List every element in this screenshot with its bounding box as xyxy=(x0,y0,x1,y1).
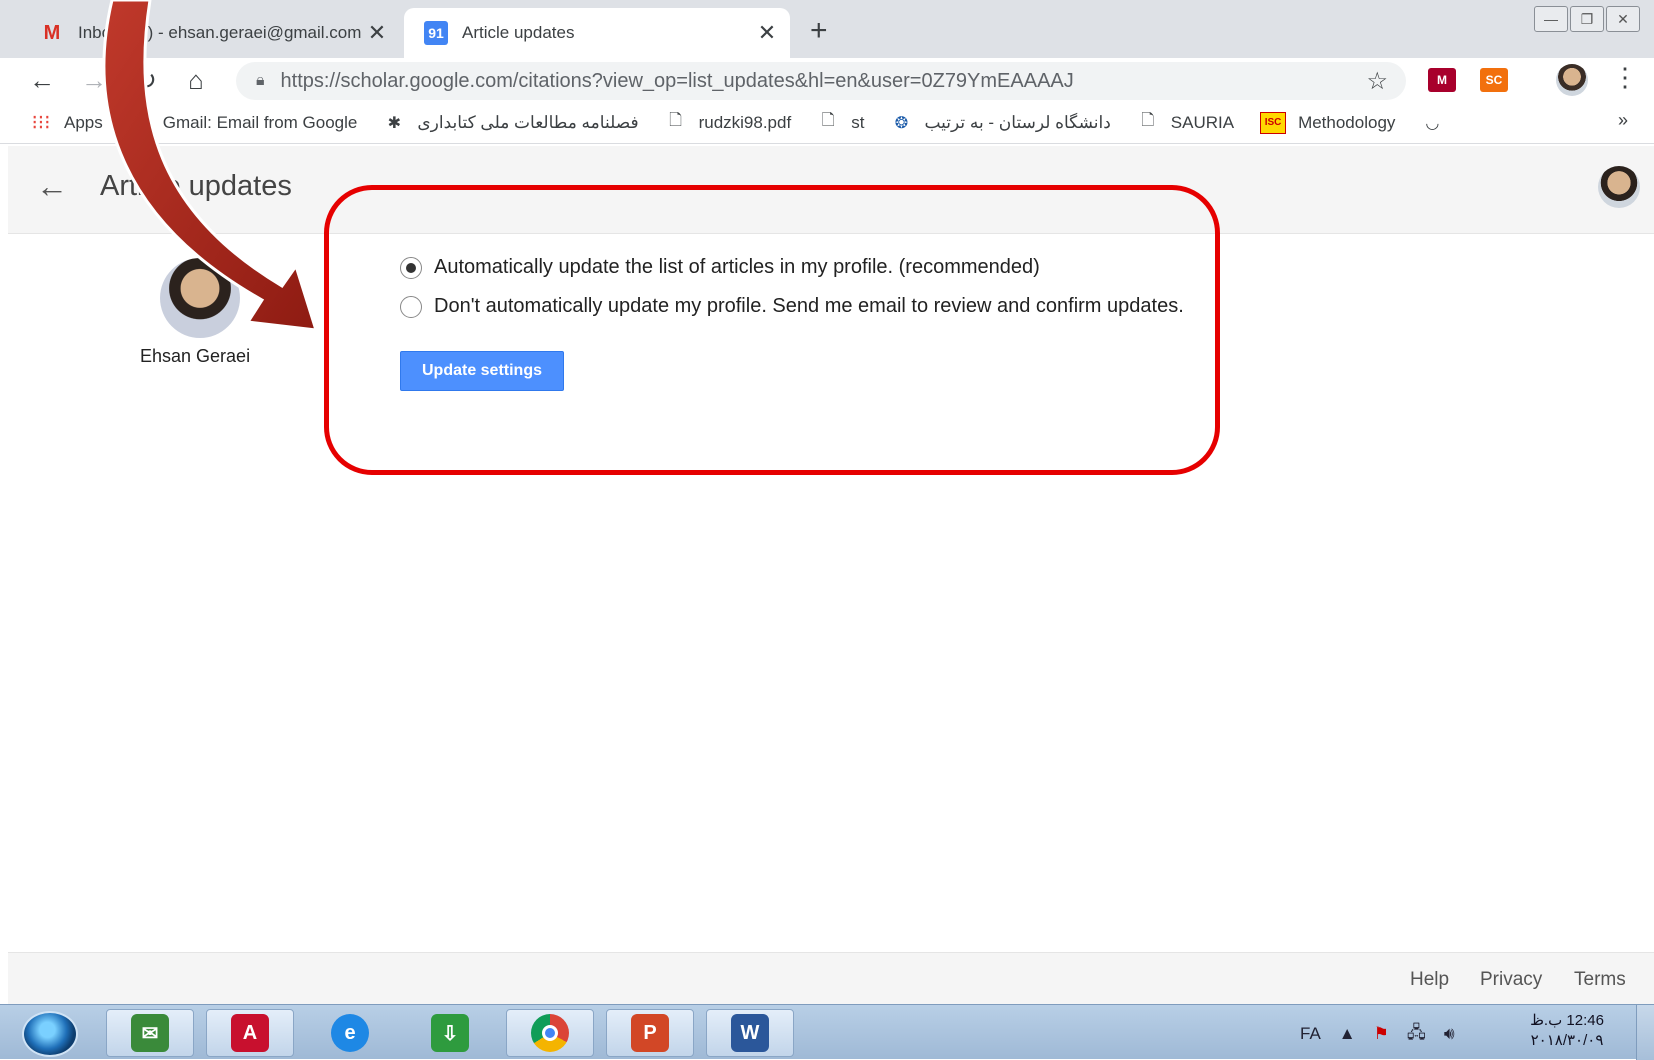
volume-icon[interactable]: 🔊︎ xyxy=(1444,1024,1455,1044)
bookmark-label: rudzki98.pdf xyxy=(698,112,792,132)
bookmark-misc[interactable]: ◡ xyxy=(1421,112,1455,134)
page-footer: Help Privacy Terms xyxy=(8,952,1654,1004)
lock-icon: 🔒︎ xyxy=(256,72,265,89)
bookmark-label: SAURIA xyxy=(1170,112,1235,132)
google-icon: G xyxy=(132,111,148,133)
system-tray: FA ▲ ⚑ 🖧︎ 🔊︎ xyxy=(1300,1015,1455,1053)
home-icon[interactable]: ⌂ xyxy=(178,62,214,98)
browser-tab-strip: M Inbox (11) - ehsan.geraei@gmail.com ✕ … xyxy=(0,0,1654,58)
more-bookmarks-icon[interactable]: » xyxy=(1618,110,1628,131)
bookmark-label: Methodology xyxy=(1298,112,1396,132)
taskbar-clock[interactable]: 12:46 ب.ظ ۲۰۱۸/۳۰/۰۹ xyxy=(1512,1011,1622,1051)
account-avatar[interactable] xyxy=(1598,166,1640,208)
chrome-app-icon xyxy=(531,1014,569,1052)
clock-date: ۲۰۱۸/۳۰/۰۹ xyxy=(1530,1032,1604,1049)
footer-privacy-link[interactable]: Privacy xyxy=(1480,969,1542,991)
bookmark-methodology[interactable]: ISC Methodology xyxy=(1260,111,1396,134)
apps-grid-icon: ⁝⁝⁝ xyxy=(31,112,51,134)
back-icon[interactable]: ← xyxy=(24,62,60,98)
bookmark-star-icon[interactable]: ☆ xyxy=(1366,67,1388,96)
start-button[interactable] xyxy=(22,1011,78,1057)
close-window-button[interactable]: ✕ xyxy=(1606,6,1640,32)
tab-gmail[interactable]: M Inbox (11) - ehsan.geraei@gmail.com ✕ xyxy=(30,8,400,58)
word-app-icon: W xyxy=(731,1014,769,1052)
bookmark-label: Gmail: Email from Google xyxy=(162,112,358,132)
acrobat-app-icon: A xyxy=(231,1014,269,1052)
window-controls: — ❐ ✕ xyxy=(1534,6,1640,32)
ie-app-button[interactable]: e xyxy=(306,1009,394,1057)
download-manager-icon: ⇩ xyxy=(431,1014,469,1052)
bookmark-label: فصلنامه مطالعات ملی کتابداری xyxy=(417,112,639,132)
reload-icon[interactable]: ↻ xyxy=(128,62,164,98)
scholar-icon: 91 xyxy=(424,21,448,45)
powerpoint-app-icon: P xyxy=(631,1014,669,1052)
network-icon[interactable]: 🖧︎ xyxy=(1407,1020,1426,1049)
profile-name[interactable]: Ehsan Geraei xyxy=(140,346,250,367)
bookmark-rudzki[interactable]: 🗋︎ rudzki98.pdf xyxy=(665,112,792,134)
isc-icon: ISC xyxy=(1260,111,1287,134)
bookmark-lorestan[interactable]: ❂ دانشگاه لرستان - به ترتیب xyxy=(890,112,1111,134)
download-manager-button[interactable]: ⇩ xyxy=(406,1009,494,1057)
gmail-icon: M xyxy=(43,21,61,44)
annotation-highlight-box xyxy=(324,185,1220,475)
chrome-app-button[interactable] xyxy=(506,1009,594,1057)
show-hidden-icons-icon[interactable]: ▲ xyxy=(1339,1024,1356,1044)
page-title: Article updates xyxy=(100,170,292,202)
page-icon: 🗋︎ xyxy=(821,112,835,129)
footer-terms-link[interactable]: Terms xyxy=(1574,969,1626,991)
university-logo-icon: ❂ xyxy=(894,114,909,132)
swoosh-logo-icon: ◡ xyxy=(1425,114,1440,132)
back-arrow-icon[interactable]: ← xyxy=(36,168,68,205)
journal-logo-icon: ✱ xyxy=(387,114,402,132)
clock-time: 12:46 ب.ظ xyxy=(1530,1012,1604,1029)
close-tab-icon[interactable]: ✕ xyxy=(752,20,782,46)
bookmark-st[interactable]: 🗋︎ st xyxy=(817,112,865,134)
action-center-flag-icon[interactable]: ⚑ xyxy=(1374,1024,1389,1044)
page-icon: 🗋︎ xyxy=(1141,112,1155,129)
close-tab-icon[interactable]: ✕ xyxy=(362,20,392,46)
windows-taskbar: ✉ A e ⇩ P W FA ▲ ⚑ 🖧︎ 🔊︎ 12:46 ب.ظ ۲۰۱۸/… xyxy=(0,1004,1654,1060)
mail-app-button[interactable]: ✉ xyxy=(106,1009,194,1057)
mail-app-icon: ✉ xyxy=(131,1014,169,1052)
show-desktop-button[interactable] xyxy=(1636,1005,1654,1060)
bookmark-label: st xyxy=(851,112,865,132)
chrome-profile-avatar[interactable] xyxy=(1556,64,1588,96)
acrobat-app-button[interactable]: A xyxy=(206,1009,294,1057)
powerpoint-app-button[interactable]: P xyxy=(606,1009,694,1057)
word-app-button[interactable]: W xyxy=(706,1009,794,1057)
forward-icon[interactable]: → xyxy=(76,62,112,98)
sc-extension-icon[interactable]: SC xyxy=(1480,68,1508,92)
bookmark-journal[interactable]: ✱ فصلنامه مطالعات ملی کتابداری xyxy=(383,112,639,134)
chrome-menu-icon[interactable]: ⋮ xyxy=(1612,62,1638,93)
language-indicator[interactable]: FA xyxy=(1300,1024,1321,1044)
minimize-button[interactable]: — xyxy=(1534,6,1568,32)
browser-toolbar: ← → ↻ ⌂ 🔒︎ https://scholar.google.com/ci… xyxy=(0,58,1654,102)
new-tab-button[interactable]: + xyxy=(810,14,828,48)
ie-app-icon: e xyxy=(331,1014,369,1052)
bookmarks-bar: ⁝⁝⁝ Apps G Gmail: Email from Google ✱ فص… xyxy=(0,102,1654,144)
bookmark-apps[interactable]: ⁝⁝⁝ Apps xyxy=(30,112,103,134)
bookmark-label: دانشگاه لرستان - به ترتیب xyxy=(924,112,1111,132)
profile-photo[interactable] xyxy=(160,258,240,338)
mendeley-icon[interactable]: M xyxy=(1428,68,1456,92)
tab-article-updates[interactable]: 91 Article updates ✕ xyxy=(404,8,790,58)
restore-button[interactable]: ❐ xyxy=(1570,6,1604,32)
bookmark-label: Apps xyxy=(64,112,103,132)
page-icon: 🗋︎ xyxy=(669,112,683,129)
tab-title: Inbox (11) - ehsan.geraei@gmail.com xyxy=(78,23,362,42)
tab-title: Article updates xyxy=(462,23,575,42)
footer-help-link[interactable]: Help xyxy=(1410,969,1449,991)
address-bar[interactable]: 🔒︎ https://scholar.google.com/citations?… xyxy=(236,62,1406,100)
bookmark-gmail[interactable]: G Gmail: Email from Google xyxy=(129,111,358,134)
url-text: https://scholar.google.com/citations?vie… xyxy=(280,69,1074,92)
bookmark-sauria[interactable]: 🗋︎ SAURIA xyxy=(1137,112,1234,134)
